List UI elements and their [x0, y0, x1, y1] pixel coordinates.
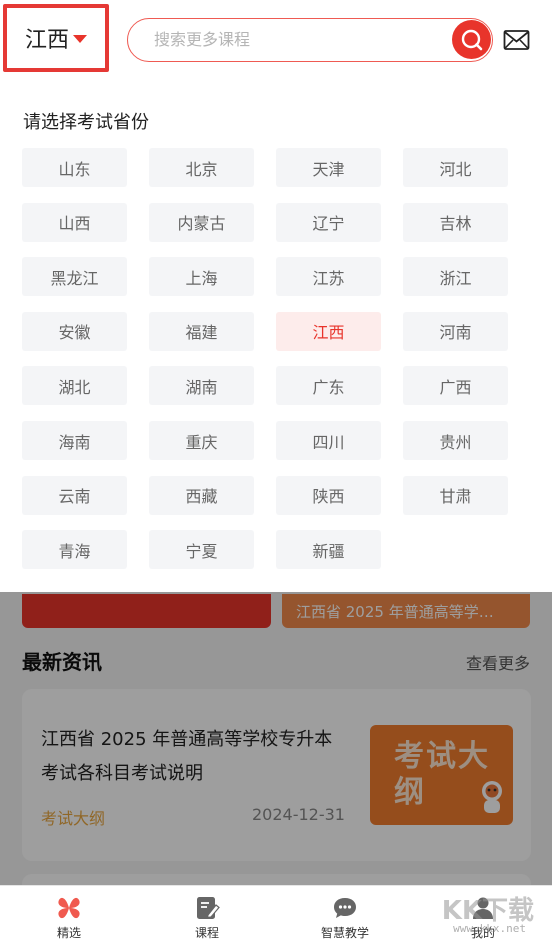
province-chip[interactable]: 湖北	[22, 366, 127, 406]
province-chip[interactable]: 黑龙江	[22, 257, 127, 297]
course-edit-icon	[197, 897, 220, 919]
province-chip[interactable]: 青海	[22, 530, 127, 570]
province-chip[interactable]: 湖南	[149, 366, 254, 406]
search-button[interactable]	[452, 20, 491, 59]
mail-icon[interactable]	[503, 28, 530, 52]
search-icon	[461, 29, 482, 50]
province-chip[interactable]: 贵州	[403, 421, 508, 460]
province-chip[interactable]: 河南	[403, 311, 508, 351]
current-province-label: 江西	[24, 28, 69, 53]
province-dropdown-panel: 请选择考试省份 山东 北京 天津 河北山西 内蒙古 辽宁 吉林黑龙江 上海 江苏 浙江安徽 福建 江西…	[0, 84, 552, 592]
watermark-url: www.kkx.net	[453, 922, 526, 935]
province-chip[interactable]: 云南	[22, 475, 127, 515]
tab-kecheng[interactable]: 课程	[138, 886, 276, 947]
province-chip[interactable]: 福建	[149, 311, 254, 351]
province-chip[interactable]: 浙江	[403, 257, 508, 297]
province-chip[interactable]: 陕西	[276, 475, 381, 515]
province-chip[interactable]: 重庆	[149, 421, 254, 460]
caret-down-icon	[73, 35, 87, 43]
province-chip[interactable]: 四川	[276, 421, 381, 460]
tab-label: 精选	[56, 926, 81, 940]
province-chip[interactable]: 西藏	[149, 475, 254, 515]
tab-jingxuan[interactable]: 精选	[0, 886, 138, 947]
province-chip[interactable]: 新疆	[276, 530, 381, 570]
province-chip[interactable]: 江苏	[276, 257, 381, 297]
tab-zhihui-jiaoxue[interactable]: 智慧教学	[276, 886, 414, 947]
province-chip[interactable]: 海南	[22, 421, 127, 460]
home-content: 江西省 2025 年普通高等学… 最新资讯 查看更多 江西省 2025 年普通高…	[0, 592, 552, 894]
province-chip[interactable]: 吉林	[403, 202, 508, 242]
province-chip[interactable]: 内蒙古	[149, 202, 254, 242]
province-chip[interactable]: 甘肃	[403, 475, 508, 515]
selected-grid-icon	[58, 897, 80, 919]
province-chip[interactable]: 广西	[403, 366, 508, 406]
province-chip[interactable]: 北京	[149, 148, 254, 187]
province-chip[interactable]: 河北	[403, 148, 508, 187]
tab-label: 课程	[194, 926, 219, 940]
top-header: 江西	[0, 0, 552, 84]
search-input[interactable]	[154, 19, 444, 60]
province-chip[interactable]: 广东	[276, 366, 381, 406]
chat-bubble-icon	[334, 898, 356, 918]
province-chip[interactable]: 山东	[22, 148, 127, 187]
tab-label: 智慧教学	[320, 926, 369, 940]
province-chip[interactable]: 山西	[22, 202, 127, 242]
dropdown-title: 请选择考试省份	[23, 112, 149, 133]
province-chip[interactable]: 上海	[149, 257, 254, 297]
province-chip[interactable]: 天津	[276, 148, 381, 187]
search-bar	[127, 18, 493, 62]
province-selector-button[interactable]: 江西	[3, 4, 109, 72]
province-chip[interactable]: 江西	[276, 311, 381, 351]
province-chip[interactable]: 辽宁	[276, 202, 381, 242]
dim-overlay[interactable]	[0, 592, 552, 885]
province-chip[interactable]: 安徽	[22, 311, 127, 351]
province-chip[interactable]: 宁夏	[149, 530, 254, 570]
bottom-tab-bar: 精选 课程 智慧教学 我的 KK下载 www.kkx.net	[0, 885, 552, 947]
